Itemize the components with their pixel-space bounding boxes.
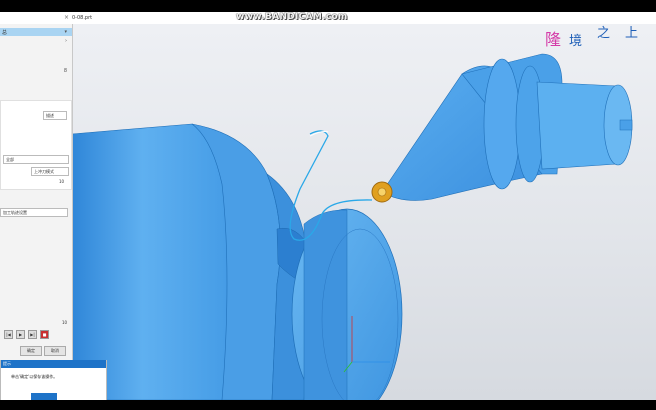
logo-char-1: 隆 <box>545 30 562 49</box>
graphics-viewport[interactable] <box>72 24 656 400</box>
value-8: 8 <box>63 68 67 74</box>
bottom-letterbox <box>0 400 656 410</box>
close-icon[interactable]: × <box>64 14 69 21</box>
document-title: 0-08.prt <box>72 15 93 21</box>
operation-dialog: 总 ▾ › 8 描述 全部 上冲刀模式 10 加工轨迹设置 10 |◀ ▶ ▶|… <box>0 24 73 400</box>
logo-char-2: 境 <box>569 34 583 49</box>
value-10a: 10 <box>59 179 65 184</box>
popup-ok-button[interactable] <box>31 393 57 400</box>
logo-char-3: 之 <box>597 26 611 41</box>
insert-center <box>377 187 387 197</box>
value-10b: 10 <box>62 320 68 325</box>
top-letterbox <box>0 0 656 12</box>
logo-char-4: 上 <box>625 26 639 41</box>
flange-rim <box>303 209 348 400</box>
toolpath-settings-field[interactable]: 加工轨迹设置 <box>0 208 68 217</box>
step-forward-icon[interactable]: ▶| <box>28 330 37 339</box>
description-dropdown[interactable]: 描述 <box>43 111 67 120</box>
popup-message: 单击'确定'以保存该操作。 <box>11 374 58 379</box>
cad-model-scene <box>72 53 633 400</box>
settings-section: 描述 全部 上冲刀模式 10 <box>0 100 72 190</box>
confirm-button[interactable]: 确定 <box>20 346 42 356</box>
cancel-button[interactable]: 取消 <box>44 346 66 356</box>
tip-popup: 提示 单击'确定'以保存该操作。 <box>0 360 107 401</box>
step-back-icon[interactable]: |◀ <box>4 330 13 339</box>
holder-key <box>619 119 633 131</box>
selected-node-label: 总 <box>2 30 8 36</box>
scope-dropdown[interactable]: 全部 <box>3 155 69 164</box>
cut-mode-dropdown[interactable]: 上冲刀模式 <box>31 167 69 176</box>
channel-logo: 隆 境 之 上 <box>545 20 645 50</box>
selected-node[interactable]: 总 <box>0 28 72 36</box>
recording-watermark: www.BANDICAM.com <box>236 12 348 22</box>
holder-disc-1 <box>483 58 521 190</box>
stop-icon[interactable]: ■ <box>40 330 49 339</box>
popup-header: 提示 <box>1 360 106 368</box>
chevron-down-icon[interactable]: ▾ <box>64 29 67 35</box>
play-icon[interactable]: ▶ <box>16 330 25 339</box>
chevron-right-icon[interactable]: › <box>65 38 67 44</box>
